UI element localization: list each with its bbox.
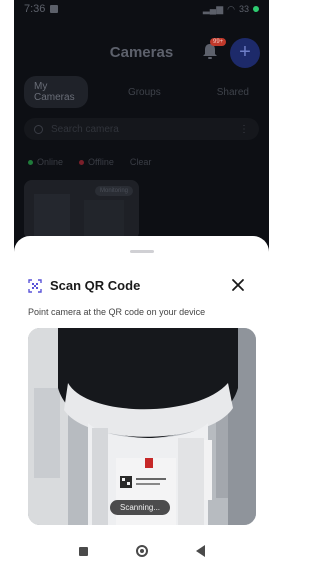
scanning-status: Scanning... [110,500,171,515]
filter-offline[interactable]: Offline [79,157,114,167]
camera-card[interactable]: Monitoring [24,180,139,240]
offline-dot-icon [79,159,85,165]
more-icon[interactable]: ⋮ [239,124,249,135]
search-icon [34,124,43,134]
phone-screen: 7:36 ▂▄▆ ◠ 33 Cameras 99+ + My Cameras G… [14,0,269,571]
status-bar: 7:36 ▂▄▆ ◠ 33 [14,0,269,18]
notification-icon [50,5,59,13]
qr-scan-icon [28,278,42,293]
tab-shared[interactable]: Shared [207,82,259,103]
sheet-handle[interactable] [130,250,154,253]
add-camera-button[interactable]: + [230,38,260,68]
home-icon[interactable] [135,545,148,557]
filter-offline-label: Offline [88,157,114,167]
status-time: 7:36 [24,3,46,15]
android-nav-bar [14,536,269,566]
tab-groups[interactable]: Groups [118,82,171,103]
battery-dot-icon [253,6,259,12]
filter-online-label: Online [37,157,64,167]
sheet-title: Scan QR Code [50,278,141,293]
tab-my-cameras[interactable]: My Cameras [24,76,88,108]
filter-clear[interactable]: Clear [130,157,152,167]
search-input[interactable]: Search camera [51,124,119,135]
sheet-header: Scan QR Code [28,278,140,293]
sheet-subtitle: Point camera at the QR code on your devi… [28,307,206,317]
search-bar[interactable]: Search camera ⋮ [24,118,259,140]
filter-chips: Online Offline Clear [28,157,151,167]
camera-tabs: My Cameras Groups Shared [24,76,259,108]
filter-online[interactable]: Online [28,157,63,167]
filter-clear-label: Clear [129,157,152,167]
wifi-icon: ◠ [227,3,235,14]
scan-qr-sheet: Scan QR Code Point camera at the QR code… [14,236,269,571]
close-icon[interactable] [231,278,245,292]
camera-viewfinder: Scanning... [28,328,256,525]
online-dot-icon [28,159,33,165]
back-icon[interactable] [195,545,205,557]
battery-level: 33 [238,4,249,14]
app-header: Cameras 99+ + [14,38,269,68]
recents-icon[interactable] [78,546,88,556]
signal-icon: ▂▄▆ [202,3,224,14]
camera-feed-image [28,328,256,525]
camera-status-chip: Monitoring [94,186,133,196]
notification-badge: 99+ [210,38,227,46]
